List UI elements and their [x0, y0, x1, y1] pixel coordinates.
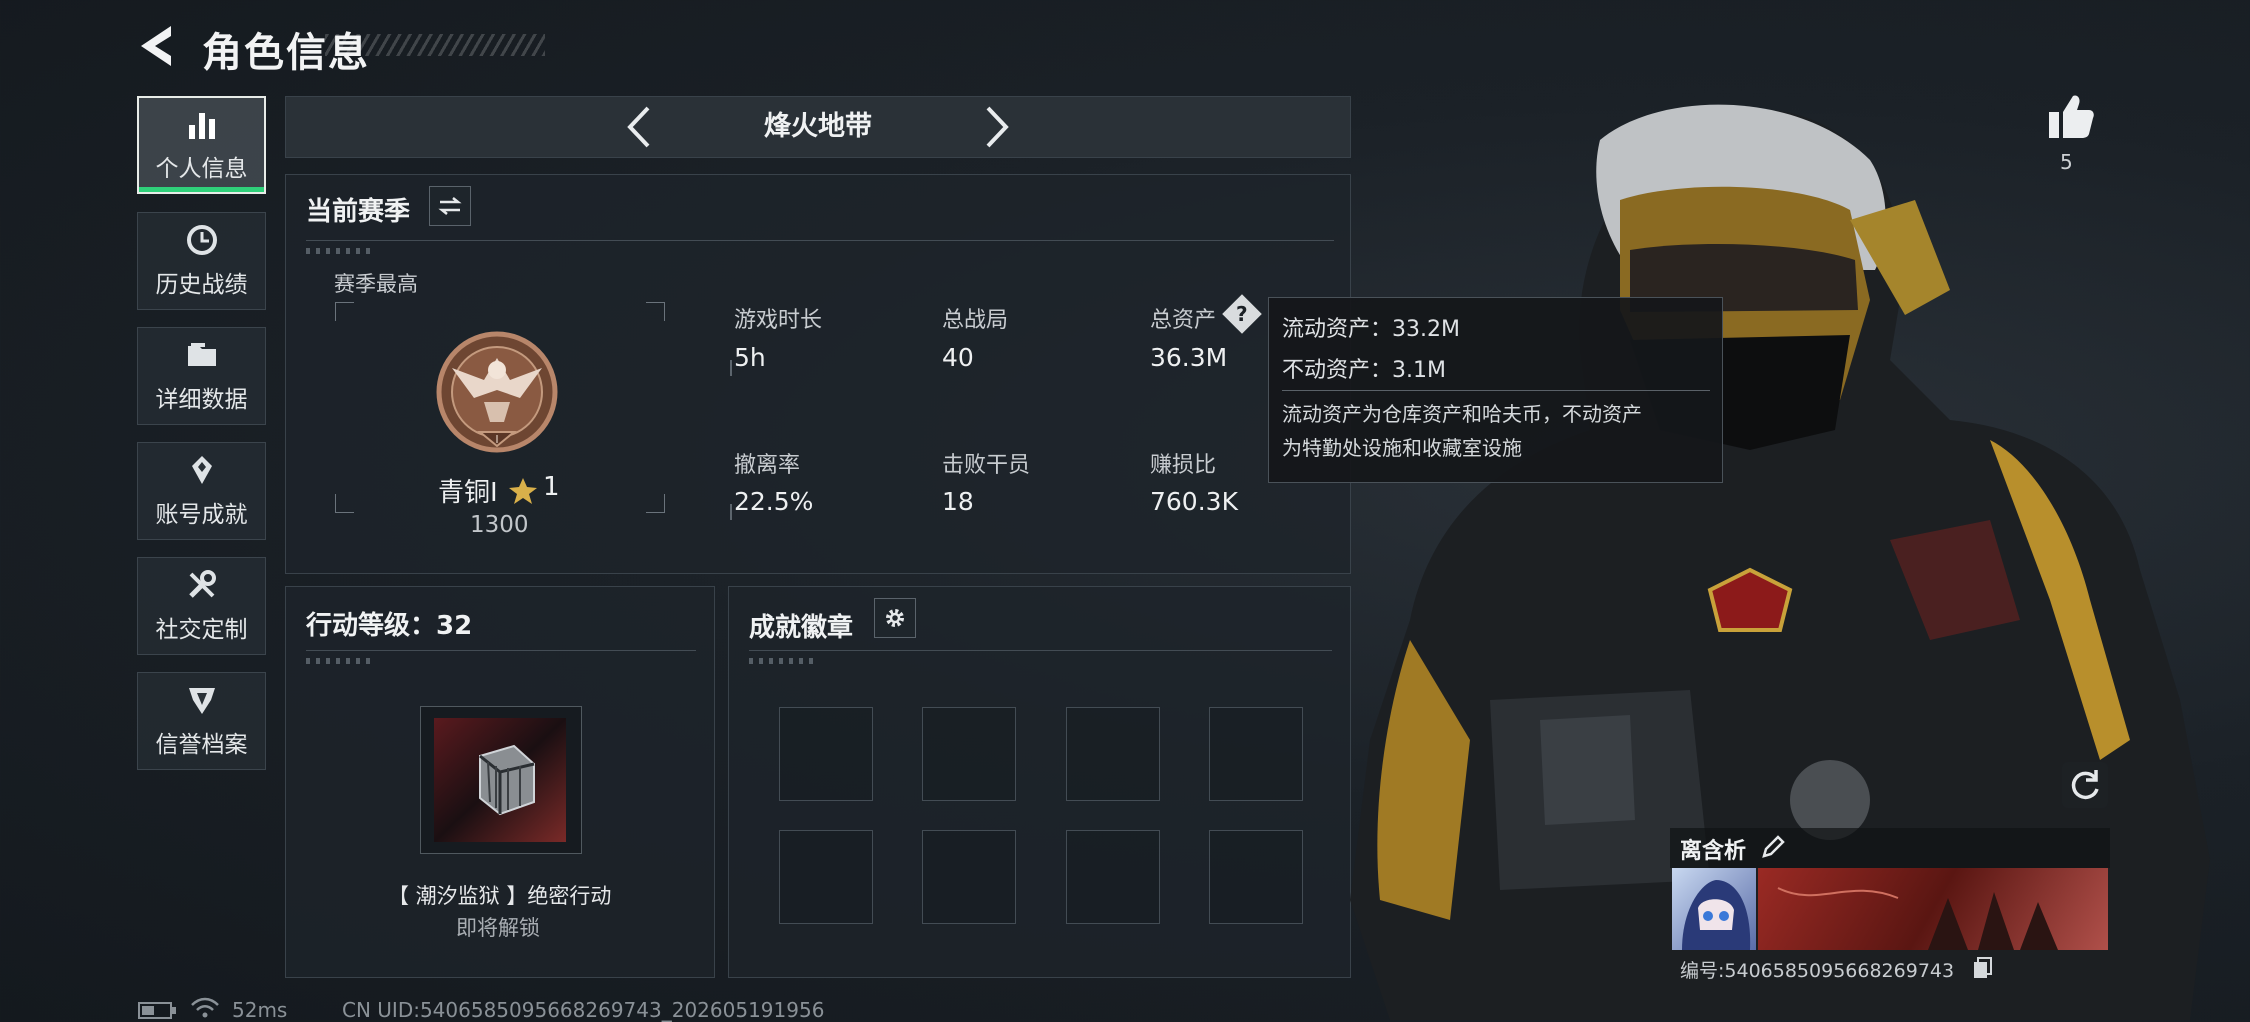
stat-value: 5h: [734, 343, 766, 372]
stat-value: 22.5%: [734, 487, 814, 516]
folder-icon: [187, 343, 216, 366]
nav-history[interactable]: 历史战绩: [137, 212, 266, 310]
achievement-icon: [191, 456, 212, 484]
rank-badge-numeral: I: [495, 433, 498, 446]
tooltip-fixed-assets: 不动资产：3.1M: [1282, 358, 1446, 383]
frame-corner: [646, 302, 665, 321]
nav-label: 详细数据: [155, 387, 248, 413]
rank-name: 青铜I: [438, 478, 498, 508]
next-mode-chevron-icon[interactable]: [968, 100, 1022, 154]
operation-status: 即将解锁: [456, 916, 540, 940]
frame-corner: [335, 494, 354, 513]
badge-slot[interactable]: [922, 707, 1016, 801]
shield-badge-icon: [188, 688, 215, 714]
badge-slot[interactable]: [1209, 707, 1303, 801]
nav-label: 个人信息: [155, 156, 248, 182]
stat-label: 击败干员: [942, 453, 1031, 478]
operation-thumbnail-image: [434, 718, 566, 842]
stat-value: 36.3M: [1150, 343, 1228, 372]
badge-slot[interactable]: [1066, 707, 1160, 801]
stat-value: 760.3K: [1150, 487, 1238, 516]
stat-label: 游戏时长: [734, 308, 823, 333]
player-id: 编号:5406585095668269743: [1680, 960, 1955, 982]
tooltip-note-line1: 流动资产为仓库资产和哈夫币，不动资产: [1282, 402, 1642, 426]
tick-decoration: [306, 248, 376, 254]
gear-icon: [886, 609, 904, 627]
nav-reputation[interactable]: 信誉档案: [137, 672, 266, 770]
season-heading: 当前赛季: [306, 197, 411, 227]
tick-decoration: [306, 658, 376, 664]
season-divider: [306, 240, 1334, 241]
battery-icon: [138, 1002, 176, 1019]
nav-account-achievements[interactable]: 账号成就: [137, 442, 266, 540]
stat-separator: [730, 504, 732, 520]
title-decoration: [325, 34, 545, 56]
bar-chart-icon: [188, 113, 215, 139]
stat-separator: [730, 360, 732, 376]
achievements-divider: [749, 650, 1332, 651]
nav-social-custom[interactable]: 社交定制: [137, 557, 266, 655]
frame-corner: [646, 494, 665, 513]
nav-label: 信誉档案: [155, 732, 248, 758]
star-icon: [509, 478, 537, 504]
stat-label: 赚损比: [1150, 453, 1217, 478]
switch-season-button[interactable]: [429, 186, 471, 226]
like-count: 5: [2060, 150, 2073, 174]
nav-personal-info[interactable]: 个人信息: [137, 96, 266, 194]
copy-icon[interactable]: [1972, 956, 1994, 980]
badge-slot[interactable]: [922, 830, 1016, 924]
player-banner-image[interactable]: [1758, 868, 2108, 950]
season-best-label: 赛季最高: [334, 272, 418, 296]
back-arrow-icon[interactable]: [135, 22, 179, 70]
achievement-settings-button[interactable]: [874, 598, 916, 638]
edit-pencil-icon[interactable]: [1760, 834, 1786, 860]
tooltip-note-line2: 为特勤处设施和收藏室设施: [1282, 436, 1522, 460]
rank-stars: 1: [543, 472, 560, 502]
tooltip-divider: [1282, 390, 1710, 391]
badge-slot[interactable]: [779, 830, 873, 924]
tools-icon: [188, 570, 216, 598]
wifi-icon: [191, 997, 219, 1018]
bronze-rank-emblem-icon: I: [436, 331, 558, 453]
uid-footer: CN UID:5406585095668269743_202605191956: [342, 998, 825, 1022]
stat-label: 总资产: [1150, 308, 1217, 333]
player-name: 离含析: [1680, 839, 1747, 864]
tooltip-liquid-assets: 流动资产：33.2M: [1282, 317, 1460, 342]
avatar-image: [1682, 880, 1751, 950]
badge-slot[interactable]: [779, 707, 873, 801]
stat-value: 40: [942, 343, 974, 372]
frame-corner: [335, 302, 354, 321]
refresh-icon: [2071, 770, 2099, 800]
badge-slot[interactable]: [1066, 830, 1160, 924]
nav-label: 历史战绩: [155, 272, 248, 298]
stat-label: 总战局: [942, 308, 1009, 333]
nav-detailed-data[interactable]: 详细数据: [137, 327, 266, 425]
stat-label: 撤离率: [734, 453, 801, 478]
rank-points: 1300: [470, 512, 529, 538]
thumbs-up-icon[interactable]: [2045, 92, 2095, 142]
mode-title: 烽火地带: [764, 111, 872, 142]
level-divider: [306, 650, 696, 651]
operation-name: 【 潮汐监狱 】绝密行动: [388, 884, 612, 908]
level-heading: 行动等级：32: [306, 611, 473, 641]
nav-label: 账号成就: [155, 502, 248, 528]
history-icon: [186, 225, 217, 255]
swap-icon: [438, 197, 462, 215]
nav-label: 社交定制: [155, 617, 248, 643]
ping-latency: 52ms: [232, 998, 288, 1022]
tick-decoration: [749, 658, 819, 664]
stat-value: 18: [942, 487, 974, 516]
prev-mode-chevron-icon[interactable]: [614, 100, 668, 154]
refresh-button[interactable]: [2062, 762, 2108, 808]
achievements-heading: 成就徽章: [749, 613, 854, 643]
badge-slot[interactable]: [1209, 830, 1303, 924]
player-avatar[interactable]: [1672, 868, 1756, 950]
